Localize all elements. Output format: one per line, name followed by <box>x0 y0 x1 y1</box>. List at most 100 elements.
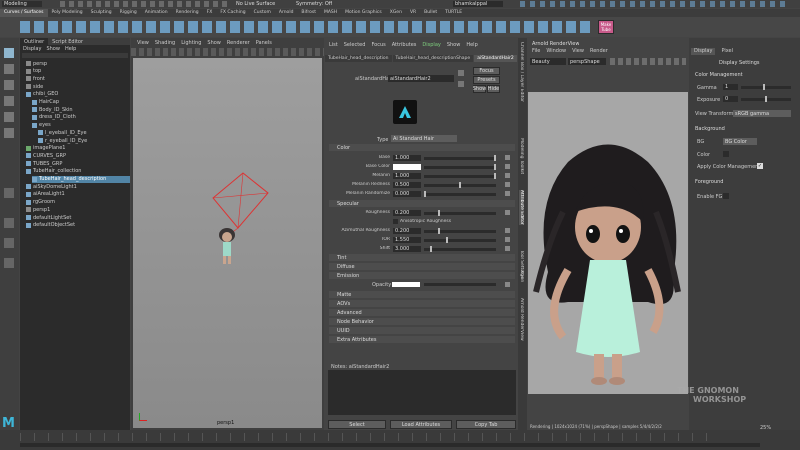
section-color[interactable]: Color <box>329 144 515 151</box>
attr-tab-shader[interactable]: aiStandardHair2 <box>474 55 517 62</box>
layout-icon[interactable] <box>4 188 14 198</box>
attr-slider[interactable] <box>424 172 496 179</box>
attr-slider-handle[interactable] <box>438 209 440 216</box>
attr-menu-help[interactable]: Help <box>466 42 477 48</box>
attr-tab-description[interactable]: TubeHair_head_description <box>325 55 392 62</box>
attr-menu-display[interactable]: Display <box>422 42 440 48</box>
attr-slider-handle[interactable] <box>494 154 496 161</box>
timeline-ruler[interactable] <box>20 433 720 441</box>
time-slider-bar[interactable] <box>20 443 760 447</box>
shelf-tab[interactable]: XGen <box>386 9 406 17</box>
shelf-tab[interactable]: MASH <box>320 9 341 17</box>
map-button-icon[interactable] <box>505 228 510 233</box>
shelf-tab[interactable]: Custom <box>250 9 275 17</box>
shelf-tab[interactable]: Rendering <box>172 9 203 17</box>
show-button[interactable]: Show <box>473 85 486 93</box>
attr-tab-shape[interactable]: TubeHair_head_descriptionShape <box>392 55 474 62</box>
layout-icon-4[interactable] <box>4 258 14 268</box>
viewport-canvas[interactable]: persp1 <box>133 58 322 428</box>
apply-cm-checkbox[interactable]: ✓ <box>757 163 763 169</box>
outliner-item[interactable]: TUBES_GRP <box>26 160 62 167</box>
outliner-item[interactable]: imagePlane1 <box>26 145 65 152</box>
outliner-item[interactable]: aiAreaLight1 <box>26 191 65 198</box>
section-matte[interactable]: Matte <box>329 291 515 298</box>
side-tab[interactable]: Arnold RenderView <box>519 298 524 341</box>
attr-value-field[interactable]: 0.200 <box>393 228 421 234</box>
attr-slider-handle[interactable] <box>459 181 461 188</box>
vp-menu-show[interactable]: Show <box>207 40 221 46</box>
map-button-icon[interactable] <box>505 182 510 187</box>
base-color-swatch[interactable] <box>393 164 421 170</box>
rotate-tool-icon[interactable] <box>4 112 14 122</box>
shelf-tab[interactable]: Motion Graphics <box>341 9 386 17</box>
outliner-item[interactable]: side <box>26 83 43 90</box>
outliner-item[interactable]: aiSkyDomeLight1 <box>26 183 77 190</box>
render-image[interactable] <box>528 92 688 394</box>
exposure-slider-handle[interactable] <box>765 96 767 102</box>
side-tab[interactable]: XGen <box>519 270 524 282</box>
no-live-surface[interactable]: No Live Surface <box>236 1 275 7</box>
tab-outliner[interactable]: Outliner <box>20 38 49 45</box>
attr-slider[interactable] <box>424 154 496 161</box>
outliner-item[interactable]: eyes <box>32 122 51 129</box>
attr-slider[interactable] <box>424 163 496 170</box>
anisotropic-checkbox[interactable] <box>393 219 398 224</box>
section-emission[interactable]: Emission <box>329 272 515 279</box>
attr-menu-selected[interactable]: Selected <box>344 42 366 48</box>
shelf-icon-row[interactable] <box>20 21 590 33</box>
exposure-field[interactable]: 0 <box>723 96 738 102</box>
rv-menu-render[interactable]: Render <box>590 48 608 54</box>
outliner-item[interactable]: chibi_GEO <box>26 91 58 98</box>
lasso-tool-icon[interactable] <box>4 64 14 74</box>
outliner-item[interactable]: l_eyeball_ID_Eye <box>38 129 87 136</box>
attr-value-field[interactable]: 1.000 <box>393 155 421 161</box>
section-extra-attributes[interactable]: Extra Attributes <box>329 336 515 343</box>
rv-menu-view[interactable]: View <box>572 48 584 54</box>
outliner-item[interactable]: rgGroom <box>26 199 55 206</box>
user-field[interactable]: bhamkalppal <box>453 1 503 7</box>
vp-menu-panels[interactable]: Panels <box>256 40 272 46</box>
vp-menu-renderer[interactable]: Renderer <box>227 40 250 46</box>
attr-menu-list[interactable]: List <box>329 42 338 48</box>
section-tint[interactable]: Tint <box>329 254 515 261</box>
shelf-tab[interactable]: Bullet <box>420 9 441 17</box>
outliner-item[interactable]: TubeHair_collection <box>26 168 81 175</box>
attr-slider[interactable] <box>424 227 496 234</box>
type-select[interactable]: Ai Standard Hair <box>391 135 457 142</box>
character-preview[interactable] <box>217 226 237 266</box>
shelf-tab[interactable]: FX <box>203 9 217 17</box>
outliner-item[interactable]: dress_ID_Cloth <box>32 114 76 121</box>
select-button[interactable]: Select <box>328 420 386 429</box>
outliner-item[interactable]: Body_ID_Skin <box>32 106 73 113</box>
scale-tool-icon[interactable] <box>4 128 14 138</box>
map-button-icon[interactable] <box>505 191 510 196</box>
outliner-item[interactable]: defaultLightSet <box>26 214 71 221</box>
select-icon[interactable] <box>458 81 464 87</box>
opacity-swatch[interactable] <box>392 282 420 287</box>
menu-show[interactable]: Show <box>46 46 60 52</box>
attr-slider[interactable] <box>424 181 496 188</box>
attr-slider-handle[interactable] <box>424 190 426 197</box>
map-button-icon[interactable] <box>505 246 510 251</box>
enable-fg-checkbox[interactable] <box>723 193 729 199</box>
shelf-tab[interactable]: Rigging <box>116 9 141 17</box>
attr-slider-handle[interactable] <box>438 227 440 234</box>
opacity-slider[interactable] <box>424 283 496 286</box>
attr-value-field[interactable]: 0.000 <box>393 191 421 197</box>
attr-value-field[interactable]: 1.000 <box>393 173 421 179</box>
notes-textarea[interactable] <box>328 370 516 415</box>
timeline[interactable]: 25% <box>0 425 800 450</box>
attr-value-field[interactable]: 1.550 <box>393 237 421 243</box>
attr-menu-attributes[interactable]: Attributes <box>392 42 417 48</box>
focus-icon[interactable] <box>458 70 464 76</box>
attr-value-field[interactable]: 3.000 <box>393 246 421 252</box>
shelf-tab[interactable]: Animation <box>141 9 172 17</box>
map-button-icon[interactable] <box>505 210 510 215</box>
shelf-tab[interactable]: FX Caching <box>216 9 249 17</box>
gamma-slider[interactable] <box>741 84 791 90</box>
attr-slider[interactable] <box>424 209 496 216</box>
attr-value-field[interactable]: 0.200 <box>393 210 421 216</box>
attr-slider-handle[interactable] <box>446 236 448 243</box>
attr-slider-handle[interactable] <box>494 172 496 179</box>
layout-icon-3[interactable] <box>4 238 14 248</box>
